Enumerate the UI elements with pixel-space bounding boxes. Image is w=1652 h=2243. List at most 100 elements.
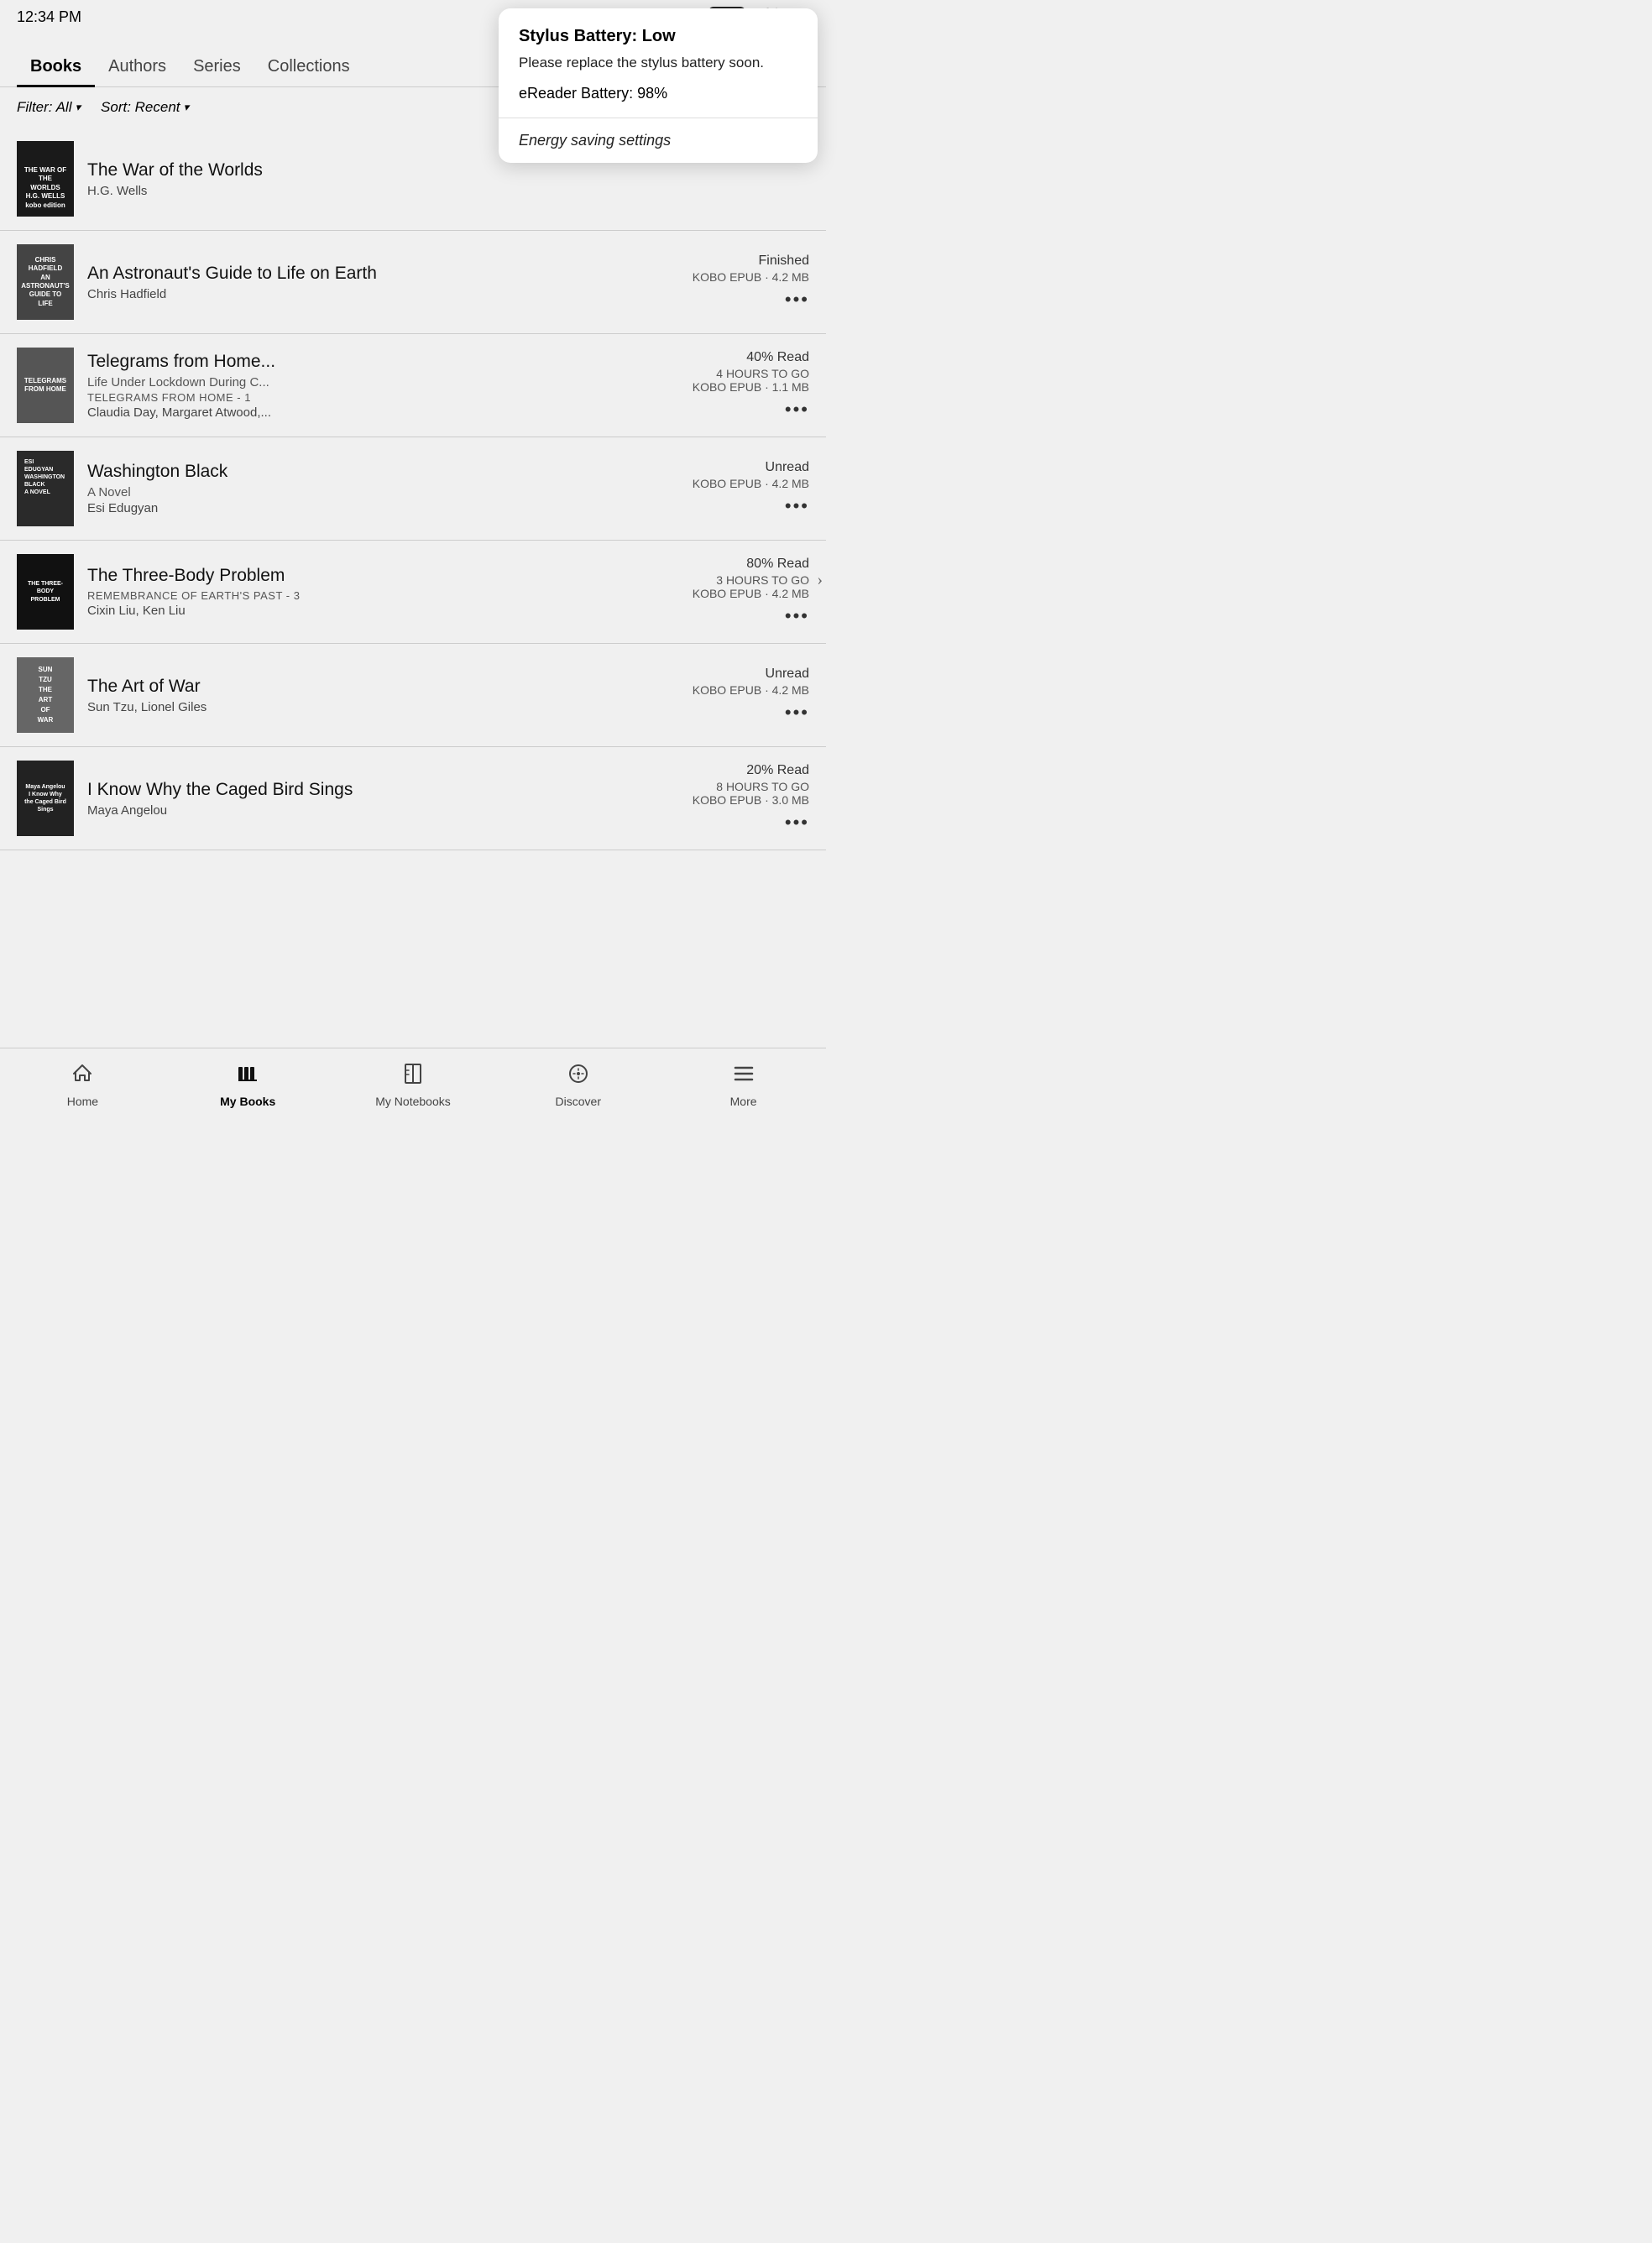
book-options-button[interactable]: ••• xyxy=(693,605,809,627)
tab-authors[interactable]: Authors xyxy=(95,45,180,86)
book-status: Unread xyxy=(693,460,809,475)
nav-my-books-label: My Books xyxy=(220,1095,275,1108)
book-meta: Unread KOBO EPUB · 4.2 MB ••• xyxy=(693,460,809,517)
book-format: KOBO EPUB · 1.1 MB xyxy=(693,380,809,394)
book-hours: 4 HOURS TO GO xyxy=(693,367,809,380)
book-author: H.G. Wells xyxy=(87,184,809,198)
cover-text: SUNTZUTHEARTOFWAR xyxy=(34,661,57,729)
discover-icon xyxy=(567,1062,590,1091)
book-hours: 8 HOURS TO GO xyxy=(693,780,809,793)
book-status: 20% Read xyxy=(693,763,809,778)
book-format: KOBO EPUB · 3.0 MB xyxy=(693,793,809,807)
main-content: Books Authors Series Collections Filter:… xyxy=(0,42,826,1048)
bottom-nav: Home My Books My Notebooks xyxy=(0,1048,826,1122)
nav-more[interactable]: More xyxy=(661,1055,826,1115)
filter-dropdown[interactable]: Filter: All ▾ xyxy=(17,99,81,116)
book-cover: THE WAR OF THE WORLDSH.G. WELLSkobo edit… xyxy=(17,141,74,217)
book-cover: SUNTZUTHEARTOFWAR xyxy=(17,657,74,733)
book-format: KOBO EPUB · 4.2 MB xyxy=(693,587,809,600)
list-item[interactable]: THE THREE-BODY PROBLEM The Three-Body Pr… xyxy=(0,541,826,644)
cover-text: THE THREE-BODY PROBLEM xyxy=(20,577,71,606)
list-item[interactable]: SUNTZUTHEARTOFWAR The Art of War Sun Tzu… xyxy=(0,644,826,747)
book-options-button[interactable]: ••• xyxy=(693,495,809,517)
book-cover: ESIEDUGYANWASHINGTONBLACKA NOVEL xyxy=(17,451,74,526)
sort-label: Sort: Recent xyxy=(101,99,180,116)
more-icon xyxy=(732,1062,755,1091)
book-info: Telegrams from Home... Life Under Lockdo… xyxy=(87,352,679,420)
list-item[interactable]: ESIEDUGYANWASHINGTONBLACKA NOVEL Washing… xyxy=(0,437,826,541)
book-author: Chris Hadfield xyxy=(87,287,679,301)
book-series: TELEGRAMS FROM HOME - 1 xyxy=(87,391,679,404)
book-author: Esi Edugyan xyxy=(87,501,679,515)
book-meta: 80% Read 3 HOURS TO GO KOBO EPUB · 4.2 M… xyxy=(693,557,809,627)
book-status: Finished xyxy=(693,254,809,269)
list-item[interactable]: TELEGRAMS FROM HOME Telegrams from Home.… xyxy=(0,334,826,437)
book-meta: 20% Read 8 HOURS TO GO KOBO EPUB · 3.0 M… xyxy=(693,763,809,834)
book-subtitle: A Novel xyxy=(87,485,679,499)
tab-series[interactable]: Series xyxy=(180,45,254,86)
book-series: REMEMBRANCE OF EARTH'S PAST - 3 xyxy=(87,589,679,602)
book-cover: TELEGRAMS FROM HOME xyxy=(17,348,74,423)
book-author: Sun Tzu, Lionel Giles xyxy=(87,700,679,714)
nav-my-notebooks[interactable]: My Notebooks xyxy=(331,1055,496,1115)
book-author: Claudia Day, Margaret Atwood,... xyxy=(87,405,679,420)
book-status: 80% Read xyxy=(693,557,809,572)
book-title: Washington Black xyxy=(87,462,679,482)
my-notebooks-icon xyxy=(401,1062,425,1091)
popup-description: Please replace the stylus battery soon. xyxy=(519,53,797,73)
filter-chevron-icon: ▾ xyxy=(76,101,81,114)
book-status: Unread xyxy=(693,667,809,682)
nav-home[interactable]: Home xyxy=(0,1055,165,1115)
book-options-button[interactable]: ••• xyxy=(693,702,809,724)
tab-collections[interactable]: Collections xyxy=(254,45,363,86)
book-meta: Unread KOBO EPUB · 4.2 MB ••• xyxy=(693,667,809,724)
book-title: An Astronaut's Guide to Life on Earth xyxy=(87,264,679,284)
book-info: Washington Black A Novel Esi Edugyan xyxy=(87,462,679,515)
sort-chevron-icon: ▾ xyxy=(184,101,190,114)
cover-text: CHRIS HADFIELDAN ASTRONAUT'S GUIDE TO LI… xyxy=(18,253,72,311)
book-title: The War of the Worlds xyxy=(87,160,809,180)
popup-ereader-battery: eReader Battery: 98% xyxy=(519,85,797,102)
list-item[interactable]: Maya AngelouI Know Why the Caged Bird Si… xyxy=(0,747,826,850)
filter-label: Filter: All xyxy=(17,99,72,116)
nav-discover-label: Discover xyxy=(556,1095,601,1108)
nav-discover[interactable]: Discover xyxy=(495,1055,661,1115)
nav-my-books[interactable]: My Books xyxy=(165,1055,331,1115)
book-cover: THE THREE-BODY PROBLEM xyxy=(17,554,74,630)
nav-more-label: More xyxy=(730,1095,757,1108)
book-info: The War of the Worlds H.G. Wells xyxy=(87,160,809,198)
cover-text: Maya AngelouI Know Why the Caged Bird Si… xyxy=(20,780,71,817)
book-format: KOBO EPUB · 4.2 MB xyxy=(693,270,809,284)
status-time: 12:34 PM xyxy=(17,8,81,26)
book-author: Cixin Liu, Ken Liu xyxy=(87,604,679,618)
cover-text: THE WAR OF THE WORLDSH.G. WELLSkobo edit… xyxy=(20,163,71,213)
book-meta: Finished KOBO EPUB · 4.2 MB ••• xyxy=(693,254,809,311)
tab-books[interactable]: Books xyxy=(17,45,95,86)
book-info: The Art of War Sun Tzu, Lionel Giles xyxy=(87,677,679,714)
book-meta: 40% Read 4 HOURS TO GO KOBO EPUB · 1.1 M… xyxy=(693,350,809,421)
book-status: 40% Read xyxy=(693,350,809,365)
nav-my-notebooks-label: My Notebooks xyxy=(375,1095,450,1108)
battery-popup: Stylus Battery: Low Please replace the s… xyxy=(499,8,818,163)
book-title: The Three-Body Problem xyxy=(87,566,679,586)
sort-dropdown[interactable]: Sort: Recent ▾ xyxy=(101,99,189,116)
book-info: I Know Why the Caged Bird Sings Maya Ang… xyxy=(87,780,679,818)
home-icon xyxy=(71,1062,94,1091)
list-item[interactable]: CHRIS HADFIELDAN ASTRONAUT'S GUIDE TO LI… xyxy=(0,231,826,334)
book-cover: Maya AngelouI Know Why the Caged Bird Si… xyxy=(17,761,74,836)
energy-saving-settings-link[interactable]: Energy saving settings xyxy=(499,118,818,163)
scroll-indicator: › xyxy=(817,571,823,590)
scroll-chevron-icon: › xyxy=(817,571,823,589)
my-books-icon xyxy=(236,1062,259,1091)
book-info: The Three-Body Problem REMEMBRANCE OF EA… xyxy=(87,566,679,618)
book-options-button[interactable]: ••• xyxy=(693,812,809,834)
book-options-button[interactable]: ••• xyxy=(693,399,809,421)
book-options-button[interactable]: ••• xyxy=(693,289,809,311)
cover-text: ESIEDUGYANWASHINGTONBLACKA NOVEL xyxy=(21,455,68,499)
cover-text: TELEGRAMS FROM HOME xyxy=(20,374,71,398)
book-format: KOBO EPUB · 4.2 MB xyxy=(693,683,809,697)
nav-home-label: Home xyxy=(67,1095,98,1108)
book-info: An Astronaut's Guide to Life on Earth Ch… xyxy=(87,264,679,301)
book-hours: 3 HOURS TO GO xyxy=(693,573,809,587)
popup-title: Stylus Battery: Low xyxy=(519,27,797,46)
